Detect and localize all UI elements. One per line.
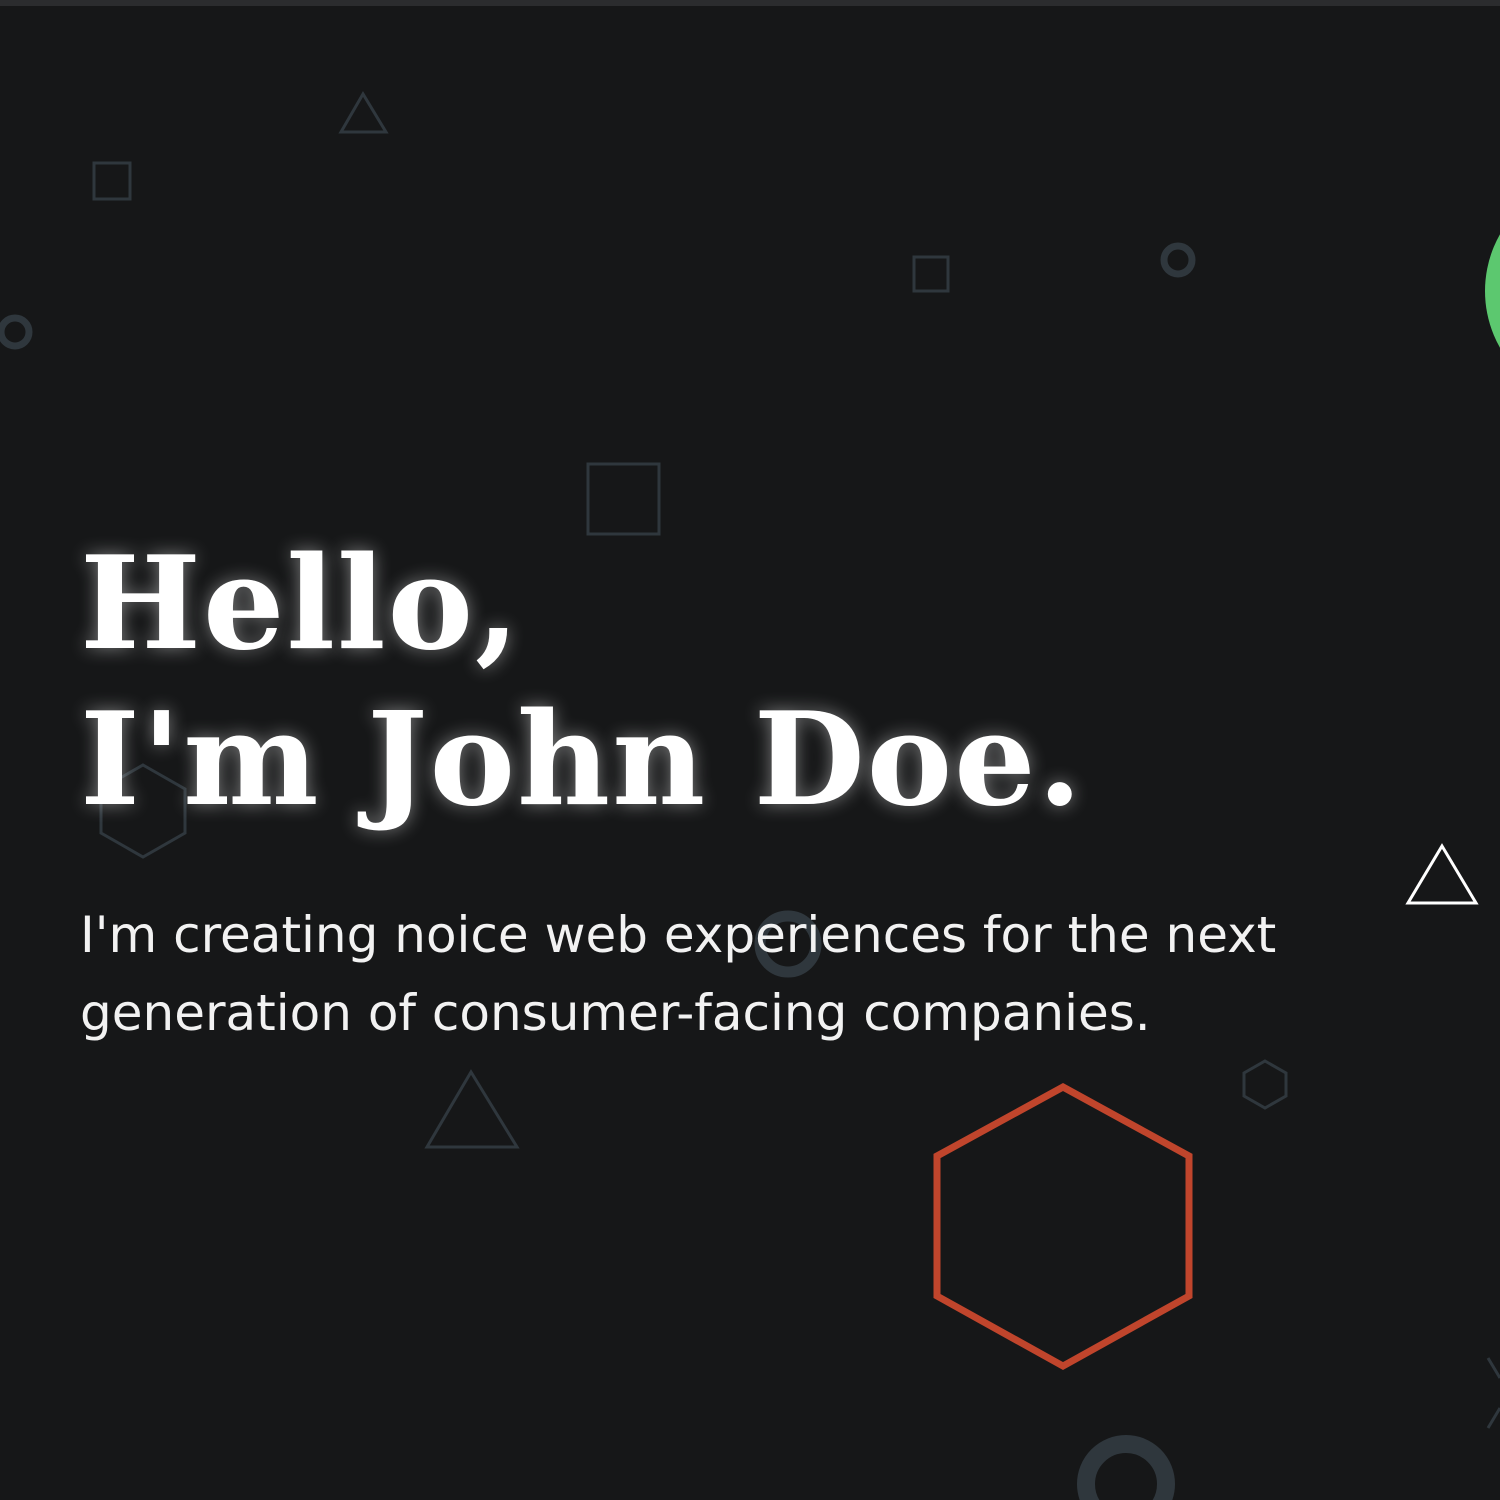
hero-tagline: I'm creating noice web experiences for t… xyxy=(80,906,1277,1042)
orange-hexagon-shape xyxy=(933,1083,1193,1371)
ring-shape xyxy=(1077,1435,1175,1500)
hero-headline: Hello, I'm John Doe. xyxy=(80,526,1380,838)
square-shape xyxy=(586,462,661,536)
hexagon-shape xyxy=(1242,1059,1288,1110)
triangle-shape xyxy=(424,1069,520,1149)
square-shape xyxy=(912,255,950,293)
square-shape xyxy=(92,161,132,201)
triangle-outline-shape xyxy=(1405,843,1479,905)
page: Hello, I'm John Doe. I'm creating noice … xyxy=(0,0,1500,1500)
cross-shape xyxy=(1486,1357,1500,1429)
ring-shape xyxy=(0,314,33,350)
hero-greeting: Hello, xyxy=(80,529,522,679)
ring-shape xyxy=(1160,242,1196,278)
hero-name: I'm John Doe. xyxy=(80,685,1085,835)
triangle-shape xyxy=(338,91,389,134)
hero-section: Hello, I'm John Doe. I'm creating noice … xyxy=(80,526,1380,1052)
green-circle-shape xyxy=(1485,234,1500,348)
